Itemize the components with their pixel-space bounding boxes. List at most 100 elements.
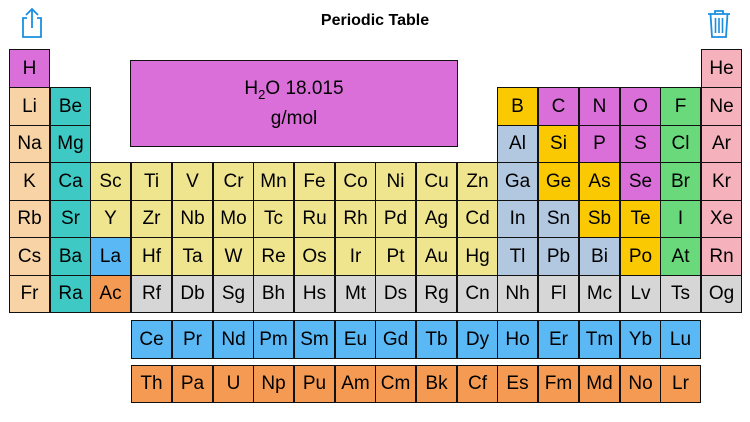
element-ge[interactable]: Ge xyxy=(538,162,579,201)
element-yb[interactable]: Yb xyxy=(620,320,661,359)
element-db[interactable]: Db xyxy=(172,275,213,313)
element-mg[interactable]: Mg xyxy=(50,125,91,163)
element-na[interactable]: Na xyxy=(9,125,50,163)
element-zr[interactable]: Zr xyxy=(131,200,172,238)
element-hf[interactable]: Hf xyxy=(131,237,172,276)
element-md[interactable]: Md xyxy=(579,365,620,403)
element-os[interactable]: Os xyxy=(294,237,335,276)
element-fe[interactable]: Fe xyxy=(294,162,335,201)
element-ce[interactable]: Ce xyxy=(131,320,172,359)
element-ts[interactable]: Ts xyxy=(660,275,701,313)
element-pr[interactable]: Pr xyxy=(172,320,213,359)
element-te[interactable]: Te xyxy=(620,200,661,238)
element-ir[interactable]: Ir xyxy=(335,237,376,276)
element-la[interactable]: La xyxy=(90,237,131,276)
element-og[interactable]: Og xyxy=(701,275,742,313)
element-bh[interactable]: Bh xyxy=(253,275,294,313)
element-f[interactable]: F xyxy=(660,87,701,126)
element-at[interactable]: At xyxy=(660,237,701,276)
element-es[interactable]: Es xyxy=(497,365,538,403)
element-fr[interactable]: Fr xyxy=(9,275,50,313)
element-bi[interactable]: Bi xyxy=(579,237,620,276)
element-sg[interactable]: Sg xyxy=(213,275,254,313)
element-zn[interactable]: Zn xyxy=(457,162,498,201)
element-no[interactable]: No xyxy=(620,365,661,403)
element-ag[interactable]: Ag xyxy=(416,200,457,238)
element-np[interactable]: Np xyxy=(253,365,294,403)
element-o[interactable]: O xyxy=(620,87,661,126)
element-sm[interactable]: Sm xyxy=(294,320,335,359)
element-ru[interactable]: Ru xyxy=(294,200,335,238)
element-lu[interactable]: Lu xyxy=(660,320,701,359)
element-kr[interactable]: Kr xyxy=(701,162,742,201)
element-h[interactable]: H xyxy=(9,49,50,88)
element-rn[interactable]: Rn xyxy=(701,237,742,276)
element-eu[interactable]: Eu xyxy=(335,320,376,359)
element-mn[interactable]: Mn xyxy=(253,162,294,201)
element-ta[interactable]: Ta xyxy=(172,237,213,276)
delete-button[interactable] xyxy=(702,6,736,40)
element-fl[interactable]: Fl xyxy=(538,275,579,313)
element-c[interactable]: C xyxy=(538,87,579,126)
element-ba[interactable]: Ba xyxy=(50,237,91,276)
element-tm[interactable]: Tm xyxy=(579,320,620,359)
element-br[interactable]: Br xyxy=(660,162,701,201)
element-po[interactable]: Po xyxy=(620,237,661,276)
element-cl[interactable]: Cl xyxy=(660,125,701,163)
element-n[interactable]: N xyxy=(579,87,620,126)
element-pb[interactable]: Pb xyxy=(538,237,579,276)
element-ds[interactable]: Ds xyxy=(375,275,416,313)
element-ho[interactable]: Ho xyxy=(497,320,538,359)
element-sn[interactable]: Sn xyxy=(538,200,579,238)
element-ac[interactable]: Ac xyxy=(90,275,131,313)
element-nh[interactable]: Nh xyxy=(497,275,538,313)
element-ga[interactable]: Ga xyxy=(497,162,538,201)
element-nd[interactable]: Nd xyxy=(213,320,254,359)
element-in[interactable]: In xyxy=(497,200,538,238)
element-cn[interactable]: Cn xyxy=(457,275,498,313)
element-cf[interactable]: Cf xyxy=(457,365,498,403)
element-as[interactable]: As xyxy=(579,162,620,201)
element-hg[interactable]: Hg xyxy=(457,237,498,276)
element-fm[interactable]: Fm xyxy=(538,365,579,403)
element-u[interactable]: U xyxy=(213,365,254,403)
element-y[interactable]: Y xyxy=(90,200,131,238)
element-pt[interactable]: Pt xyxy=(375,237,416,276)
element-cd[interactable]: Cd xyxy=(457,200,498,238)
element-re[interactable]: Re xyxy=(253,237,294,276)
element-rb[interactable]: Rb xyxy=(9,200,50,238)
element-rf[interactable]: Rf xyxy=(131,275,172,313)
element-k[interactable]: K xyxy=(9,162,50,201)
element-p[interactable]: P xyxy=(579,125,620,163)
element-tb[interactable]: Tb xyxy=(416,320,457,359)
element-tc[interactable]: Tc xyxy=(253,200,294,238)
element-rg[interactable]: Rg xyxy=(416,275,457,313)
element-b[interactable]: B xyxy=(497,87,538,126)
element-ne[interactable]: Ne xyxy=(701,87,742,126)
element-ca[interactable]: Ca xyxy=(50,162,91,201)
element-mt[interactable]: Mt xyxy=(335,275,376,313)
element-hs[interactable]: Hs xyxy=(294,275,335,313)
element-sb[interactable]: Sb xyxy=(579,200,620,238)
element-be[interactable]: Be xyxy=(50,87,91,126)
element-pm[interactable]: Pm xyxy=(253,320,294,359)
element-am[interactable]: Am xyxy=(335,365,376,403)
element-ar[interactable]: Ar xyxy=(701,125,742,163)
element-he[interactable]: He xyxy=(701,49,742,88)
element-i[interactable]: I xyxy=(660,200,701,238)
element-gd[interactable]: Gd xyxy=(375,320,416,359)
element-nb[interactable]: Nb xyxy=(172,200,213,238)
element-bk[interactable]: Bk xyxy=(416,365,457,403)
element-pu[interactable]: Pu xyxy=(294,365,335,403)
element-th[interactable]: Th xyxy=(131,365,172,403)
element-al[interactable]: Al xyxy=(497,125,538,163)
element-ti[interactable]: Ti xyxy=(131,162,172,201)
element-co[interactable]: Co xyxy=(335,162,376,201)
element-si[interactable]: Si xyxy=(538,125,579,163)
element-lv[interactable]: Lv xyxy=(620,275,661,313)
element-rh[interactable]: Rh xyxy=(335,200,376,238)
element-dy[interactable]: Dy xyxy=(457,320,498,359)
element-tl[interactable]: Tl xyxy=(497,237,538,276)
element-sc[interactable]: Sc xyxy=(90,162,131,201)
element-v[interactable]: V xyxy=(172,162,213,201)
